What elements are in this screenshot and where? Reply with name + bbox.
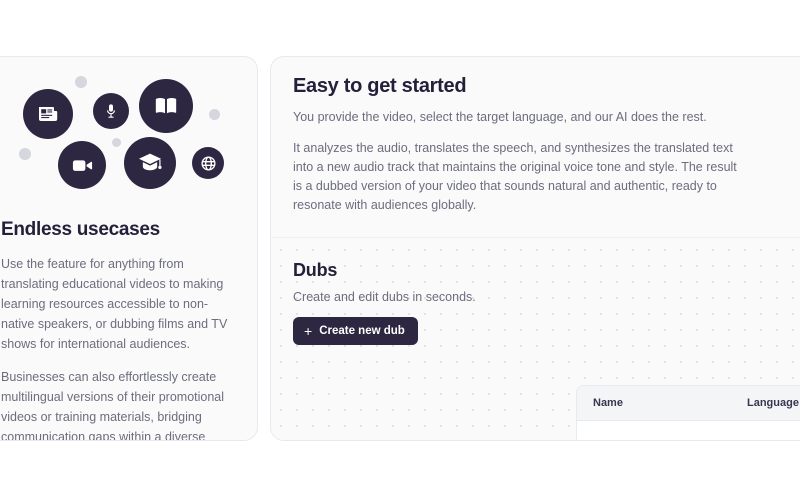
dubs-subheading: Create and edit dubs in seconds. [293,290,476,304]
column-header-name: Name [577,386,747,421]
get-started-heading: Easy to get started [293,75,467,97]
graduation-cap-icon [124,137,176,189]
microphone-icon [93,93,129,129]
usecases-paragraph-1: Use the feature for anything from transl… [1,257,228,351]
get-started-card: Easy to get started You provide the vide… [270,56,800,441]
dubs-table: Name Language Status Created Podcast pro… [577,386,800,440]
dubs-table-body: Podcast promotional translations German … [577,420,800,440]
page-title: Endless usecases [1,219,160,240]
usecases-paragraph-2: Businesses can also effortlessly create … [1,370,225,441]
decorative-dot [209,109,220,120]
get-started-lead: You provide the video, select the target… [293,110,707,124]
decorative-dot [112,138,121,147]
decorative-dot [75,76,87,88]
cell-name: Podcast promotional translations [577,420,753,440]
book-icon [139,79,193,133]
table-row[interactable]: Podcast promotional translations German … [577,420,800,440]
get-started-body: It analyzes the audio, translates the sp… [293,141,737,212]
page-root: Endless usecases Use the feature for any… [0,0,800,500]
newspaper-icon [23,89,73,139]
table-header-row: Name Language Status Created [577,386,800,421]
intro-block: Easy to get started You provide the vide… [271,57,800,215]
endless-usecases-card: Endless usecases Use the feature for any… [0,56,258,441]
column-header-language: Language [747,386,800,421]
dubs-table-head: Name Language Status Created [577,386,800,421]
dubs-table-container: Name Language Status Created Podcast pro… [576,385,800,440]
dubs-heading: Dubs [293,260,338,280]
globe-icon [192,147,224,179]
decorative-dot [19,148,31,160]
cell-language: German [747,420,800,440]
create-new-dub-button[interactable]: + Create new dub [293,317,418,345]
create-new-dub-label: Create new dub [319,325,405,337]
plus-icon: + [304,322,313,339]
usecase-icon-cluster [13,61,233,211]
video-camera-icon [58,141,106,189]
